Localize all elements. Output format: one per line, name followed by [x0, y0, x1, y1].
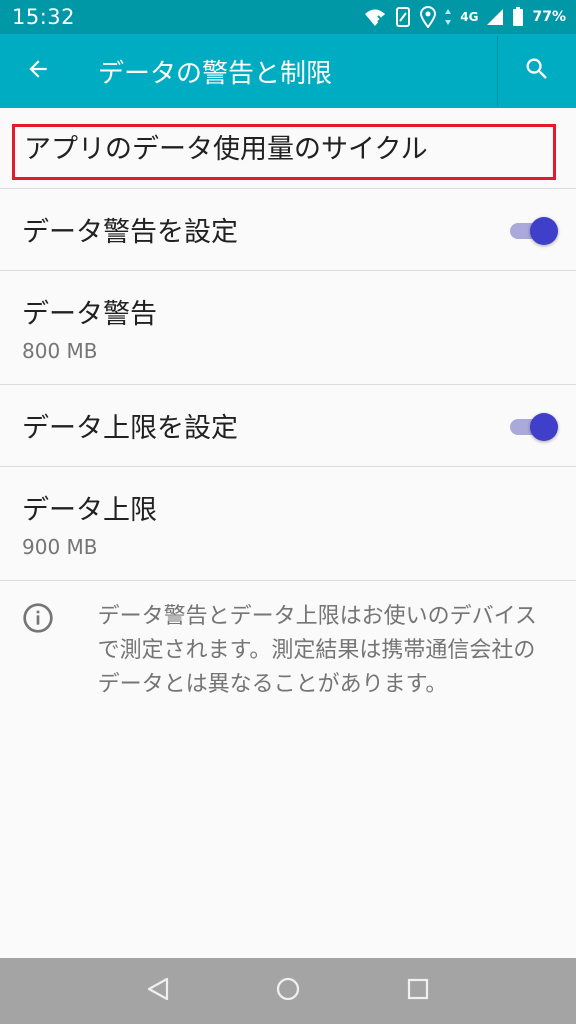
info-footer: データ警告とデータ上限はお使いのデバイスで測定されます。測定結果は携帯通信会社の…: [0, 600, 576, 702]
nav-home-button[interactable]: [268, 971, 308, 1011]
data-warning-switch[interactable]: [508, 215, 558, 245]
app-bar: データの警告と制限: [0, 34, 576, 108]
set-data-limit-title: データ上限を設定: [22, 413, 238, 444]
info-text: データ警告とデータ上限はお使いのデバイスで測定されます。測定結果は携帯通信会社の…: [97, 604, 537, 697]
data-limit-switch[interactable]: [508, 411, 558, 441]
battery-percent: 77%: [532, 9, 566, 25]
app-data-cycle-item[interactable]: アプリのデータ使用量のサイクル: [0, 108, 576, 189]
circle-home-icon: [275, 976, 301, 1006]
location-icon: [420, 6, 437, 28]
switch-thumb: [530, 412, 558, 441]
search-button[interactable]: [498, 34, 576, 108]
signal-icon: [486, 8, 504, 26]
data-warning-value: 800 MB: [22, 339, 98, 363]
cycle-title: アプリのデータ使用量のサイクル: [24, 133, 428, 165]
search-icon: [523, 55, 551, 87]
vibrate-icon: [394, 7, 412, 27]
set-data-limit-item[interactable]: データ上限を設定: [0, 385, 576, 467]
data-limit-title: データ上限: [22, 495, 157, 526]
data-warning-item[interactable]: データ警告 800 MB: [0, 271, 576, 385]
data-arrows-icon: [444, 8, 452, 26]
data-limit-value: 900 MB: [22, 535, 98, 559]
status-icons: 4G 77%: [364, 6, 566, 28]
nav-recents-button[interactable]: [398, 971, 438, 1011]
settings-list: アプリのデータ使用量のサイクル データ警告を設定 データ警告 800 MB デー…: [0, 108, 576, 581]
page-title: データの警告と制限: [98, 58, 333, 89]
set-data-warning-title: データ警告を設定: [22, 217, 238, 248]
switch-thumb: [530, 216, 558, 245]
arrow-left-icon: [25, 56, 51, 86]
set-data-warning-item[interactable]: データ警告を設定: [0, 189, 576, 271]
status-time: 15:32: [12, 5, 76, 29]
back-button[interactable]: [0, 34, 76, 108]
navigation-bar: [0, 958, 576, 1024]
nav-back-button[interactable]: [138, 971, 178, 1011]
data-warning-title: データ警告: [22, 299, 157, 330]
battery-icon: [512, 7, 524, 27]
status-bar: 15:32 4G 77%: [0, 0, 576, 34]
square-recents-icon: [405, 976, 431, 1006]
triangle-back-icon: [145, 976, 171, 1006]
info-icon: [22, 602, 58, 638]
wifi-icon: [364, 7, 386, 27]
network-type: 4G: [460, 10, 479, 24]
data-limit-item[interactable]: データ上限 900 MB: [0, 467, 576, 581]
